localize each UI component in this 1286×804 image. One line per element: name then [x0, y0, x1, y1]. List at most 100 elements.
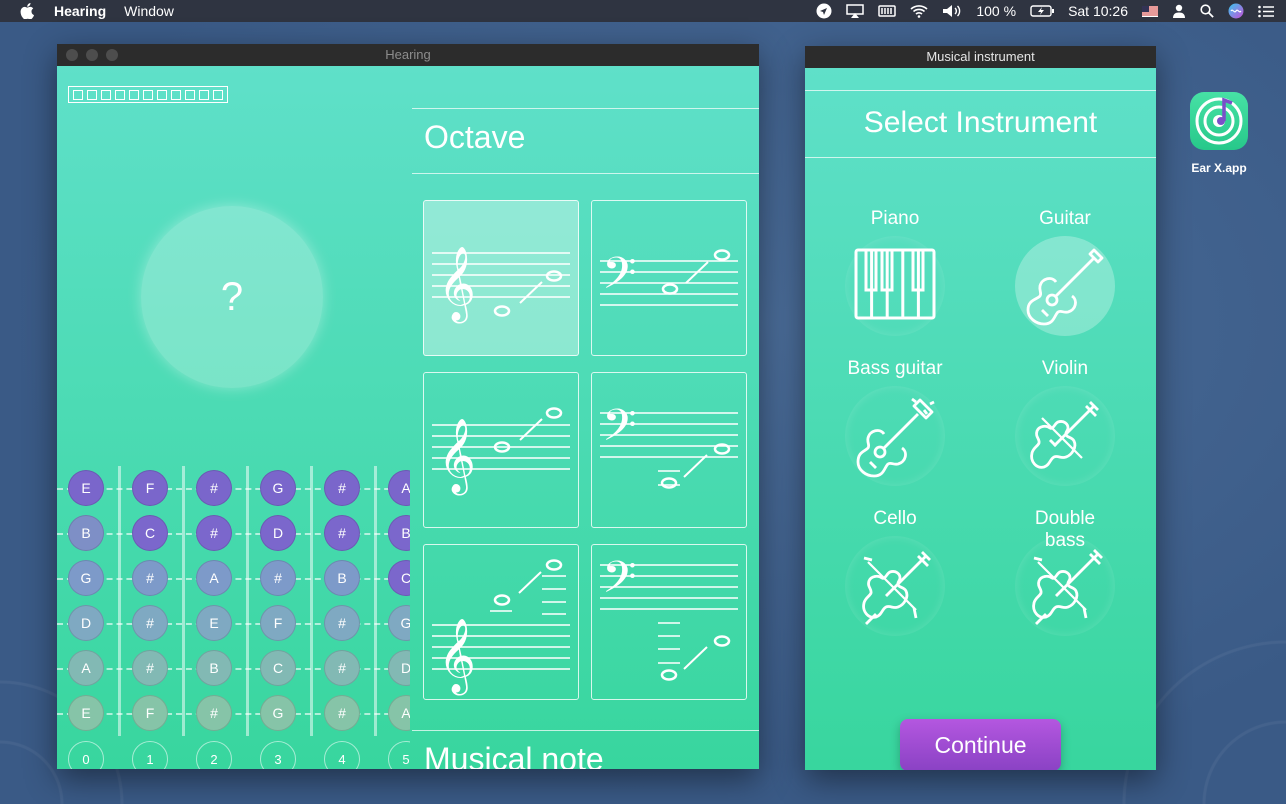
clock[interactable]: Sat 10:26 [1068, 3, 1128, 19]
battery-icon[interactable] [1030, 5, 1055, 17]
fret-note[interactable]: E [68, 695, 104, 731]
fret-note[interactable]: # [196, 515, 232, 551]
fret-number[interactable]: 5 [388, 741, 410, 769]
select-instrument-title: Select Instrument [863, 106, 1098, 139]
memory-icon[interactable] [878, 5, 897, 17]
fret-note[interactable]: B [388, 515, 410, 551]
fret-number[interactable]: 2 [196, 741, 232, 769]
fret-line [246, 466, 249, 736]
instrument-cello[interactable]: Cello [820, 508, 970, 648]
fret-number[interactable]: 3 [260, 741, 296, 769]
select-instrument-header: Select Instrument [805, 90, 1156, 158]
octave-option-treble-1[interactable]: 𝄞 [423, 200, 579, 356]
fret-note[interactable]: G [388, 605, 410, 641]
fret-note[interactable]: G [68, 560, 104, 596]
svg-text:𝄢: 𝄢 [602, 247, 637, 310]
fret-note[interactable]: # [324, 470, 360, 506]
fret-note[interactable]: # [132, 605, 168, 641]
fret-number[interactable]: 1 [132, 741, 168, 769]
fretboard: E F # G # A B C # D # B G # A # B C D # E F # G A # B C # D E F # G # A 0 1 2 3… [57, 466, 410, 769]
fret-note[interactable]: # [324, 515, 360, 551]
octave-header: Octave [412, 108, 759, 174]
fret-note[interactable]: A [196, 560, 232, 596]
search-icon[interactable] [1200, 4, 1214, 18]
volume-icon[interactable] [942, 4, 962, 18]
fret-note[interactable]: E [68, 470, 104, 506]
fret-note[interactable]: # [324, 650, 360, 686]
airplay-icon[interactable] [846, 4, 865, 18]
location-icon[interactable] [816, 3, 832, 19]
octave-option-treble-2[interactable]: 𝄞 [423, 372, 579, 528]
instrument-piano[interactable]: Piano [820, 208, 970, 348]
fret-note[interactable]: # [260, 560, 296, 596]
octave-option-treble-3[interactable]: 𝄞 [423, 544, 579, 700]
fret-note[interactable]: A [68, 650, 104, 686]
siri-icon[interactable] [1228, 3, 1244, 19]
octave-title: Octave [424, 119, 526, 155]
menu-window[interactable]: Window [124, 3, 174, 19]
play-question-button[interactable]: ? [141, 206, 323, 388]
fret-note[interactable]: # [132, 650, 168, 686]
progress-indicator [68, 86, 228, 103]
bass-guitar-icon [856, 397, 935, 478]
instrument-titlebar[interactable]: Musical instrument [805, 46, 1156, 68]
instrument-label: Piano [870, 208, 920, 229]
fret-note[interactable]: D [68, 605, 104, 641]
hearing-titlebar[interactable]: Hearing [57, 44, 759, 66]
instrument-content: Select Instrument Piano Guitar Bass guit… [805, 68, 1156, 770]
instrument-guitar[interactable]: Guitar [990, 208, 1140, 348]
apple-icon[interactable] [20, 3, 34, 19]
flag-us-icon[interactable] [1142, 5, 1158, 17]
desktop-app-icon[interactable]: Ear X.app [1186, 92, 1252, 175]
guitar-icon [1026, 248, 1104, 326]
fret-note[interactable]: F [260, 605, 296, 641]
piano-icon [854, 248, 936, 320]
instrument-violin[interactable]: Violin [990, 358, 1140, 498]
fret-note[interactable]: B [196, 650, 232, 686]
fret-note[interactable]: # [324, 605, 360, 641]
zoom-button[interactable] [106, 49, 118, 61]
fret-note[interactable]: A [388, 695, 410, 731]
octave-option-bass-2[interactable]: 𝄢 [591, 372, 747, 528]
fret-note[interactable]: # [196, 695, 232, 731]
octave-option-bass-1[interactable]: 𝄢 [591, 200, 747, 356]
fret-note[interactable]: F [132, 695, 168, 731]
ear-x-app-icon [1190, 92, 1248, 150]
bass-staff-icon: 𝄢 [600, 247, 738, 310]
svg-text:𝄢: 𝄢 [602, 551, 637, 614]
fret-note[interactable]: C [132, 515, 168, 551]
fret-note[interactable]: C [388, 560, 410, 596]
menu-app-name[interactable]: Hearing [54, 3, 106, 19]
fret-note[interactable]: G [260, 470, 296, 506]
instrument-label: Bass guitar [847, 358, 943, 379]
fret-line [118, 466, 121, 736]
continue-button[interactable]: Continue [900, 719, 1061, 770]
progress-step [115, 89, 125, 100]
fret-note[interactable]: F [132, 470, 168, 506]
fret-note[interactable]: E [196, 605, 232, 641]
fret-note[interactable]: # [196, 470, 232, 506]
minimize-button[interactable] [86, 49, 98, 61]
fret-note[interactable]: B [68, 515, 104, 551]
hearing-content: ? E F # G # A B C # D # B G # A # B C D # E F # G A # B C # D E F # G # A 0 1… [57, 66, 759, 769]
fret-note[interactable]: B [324, 560, 360, 596]
progress-step [157, 89, 167, 100]
instrument-double-bass[interactable]: Double bass [990, 508, 1140, 648]
wifi-icon[interactable] [910, 4, 928, 18]
fret-number[interactable]: 0 [68, 741, 104, 769]
fret-note[interactable]: D [388, 650, 410, 686]
close-button[interactable] [66, 49, 78, 61]
fret-note[interactable]: A [388, 470, 410, 506]
notification-center-icon[interactable] [1258, 5, 1274, 18]
instrument-bass-guitar[interactable]: Bass guitar [820, 358, 970, 498]
fret-note[interactable]: # [132, 560, 168, 596]
fret-note[interactable]: D [260, 515, 296, 551]
fret-number[interactable]: 4 [324, 741, 360, 769]
user-icon[interactable] [1172, 4, 1186, 18]
fret-note[interactable]: C [260, 650, 296, 686]
fret-note[interactable]: G [260, 695, 296, 731]
octave-option-bass-3[interactable]: 𝄢 [591, 544, 747, 700]
progress-step [73, 89, 83, 100]
progress-step [101, 89, 111, 100]
fret-note[interactable]: # [324, 695, 360, 731]
